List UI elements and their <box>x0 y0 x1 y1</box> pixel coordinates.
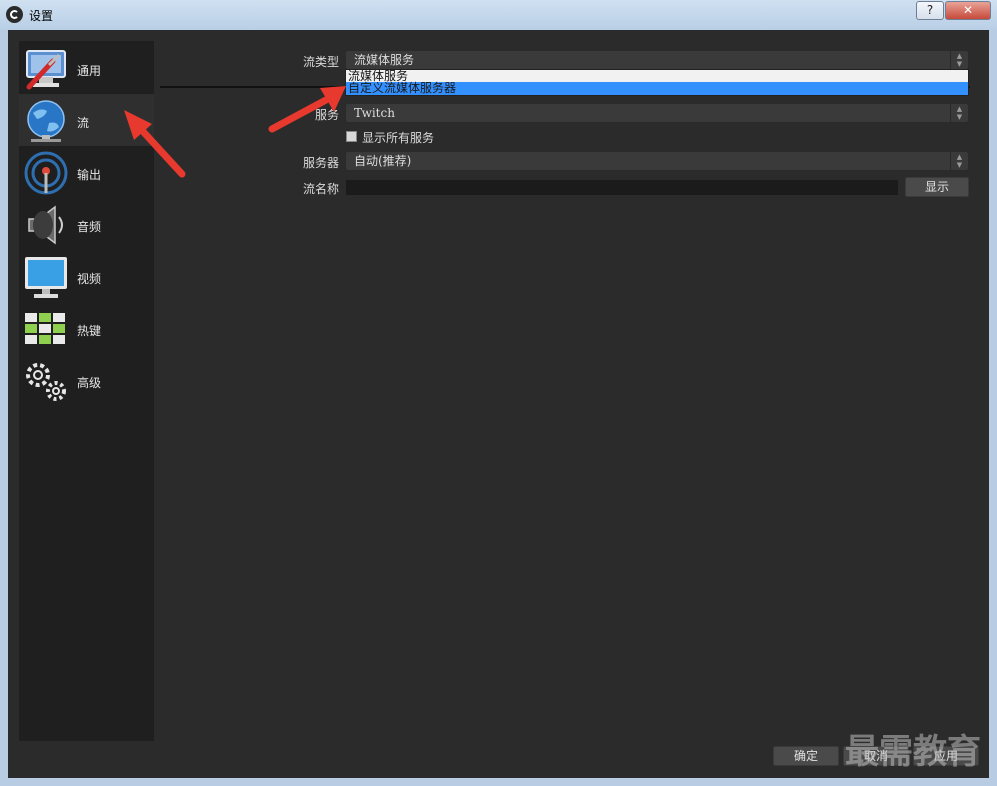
title-bar: 设置 ? ✕ <box>0 0 997 30</box>
sidebar-item-label: 流 <box>77 116 90 130</box>
server-select[interactable]: 自动(推荐) ▲ ▼ <box>345 151 969 171</box>
stream-key-input[interactable] <box>345 179 899 196</box>
stream-type-value: 流媒体服务 <box>354 53 415 67</box>
keyboard-icon <box>23 307 69 351</box>
settings-panel <box>8 30 989 778</box>
sidebar-item-label: 视频 <box>77 272 102 286</box>
output-icon <box>23 151 69 195</box>
sidebar-item-hotkeys[interactable]: 热键 <box>19 302 154 354</box>
show-all-services-label: 显示所有服务 <box>362 131 435 145</box>
server-value: 自动(推荐) <box>354 154 412 168</box>
sidebar-item-advanced[interactable]: 高级 <box>19 354 154 406</box>
sidebar-item-label: 音频 <box>77 220 102 234</box>
close-button[interactable]: ✕ <box>945 1 991 20</box>
stream-key-label: 流名称 <box>302 182 339 196</box>
show-all-services-checkbox[interactable] <box>346 131 357 142</box>
sidebar-item-video[interactable]: 视频 <box>19 250 154 302</box>
video-icon <box>23 255 69 299</box>
sidebar-item-stream[interactable]: 流 <box>19 94 154 146</box>
sidebar-item-label: 输出 <box>77 168 102 182</box>
combo-arrows-icon: ▲ ▼ <box>950 51 968 69</box>
window-title: 设置 <box>29 9 54 23</box>
combo-arrows-icon: ▲ ▼ <box>950 152 968 170</box>
server-label: 服务器 <box>302 156 339 170</box>
show-key-button[interactable]: 显示 <box>905 177 969 197</box>
sidebar-item-label: 高级 <box>77 376 102 390</box>
stream-type-select[interactable]: 流媒体服务 ▲ ▼ <box>345 50 969 70</box>
combo-arrows-icon: ▲ ▼ <box>950 104 968 122</box>
sidebar-item-general[interactable]: 通用 <box>19 42 154 94</box>
service-select[interactable]: Twitch ▲ ▼ <box>345 103 969 123</box>
stream-type-label: 流类型 <box>302 55 339 69</box>
dropdown-option-custom-server[interactable]: 自定义流媒体服务器 <box>346 82 968 95</box>
sidebar-item-audio[interactable]: 音频 <box>19 198 154 250</box>
settings-sidebar: 通用 流 输出 音频 视频 热键 高级 <box>19 41 154 741</box>
obs-logo-icon <box>6 6 23 23</box>
audio-icon <box>23 203 69 247</box>
sidebar-item-output[interactable]: 输出 <box>19 146 154 198</box>
ok-button[interactable]: 确定 <box>773 746 839 766</box>
help-button[interactable]: ? <box>916 1 944 20</box>
globe-icon <box>23 99 69 143</box>
sidebar-item-label: 通用 <box>77 64 102 78</box>
sidebar-item-label: 热键 <box>77 324 102 338</box>
gears-icon <box>23 359 69 403</box>
watermark: 最需教育 <box>845 732 981 772</box>
general-icon <box>23 47 69 91</box>
service-value: Twitch <box>354 106 395 120</box>
stream-type-dropdown[interactable]: 流媒体服务 自定义流媒体服务器 <box>345 69 969 96</box>
service-label: 服务 <box>314 108 339 122</box>
